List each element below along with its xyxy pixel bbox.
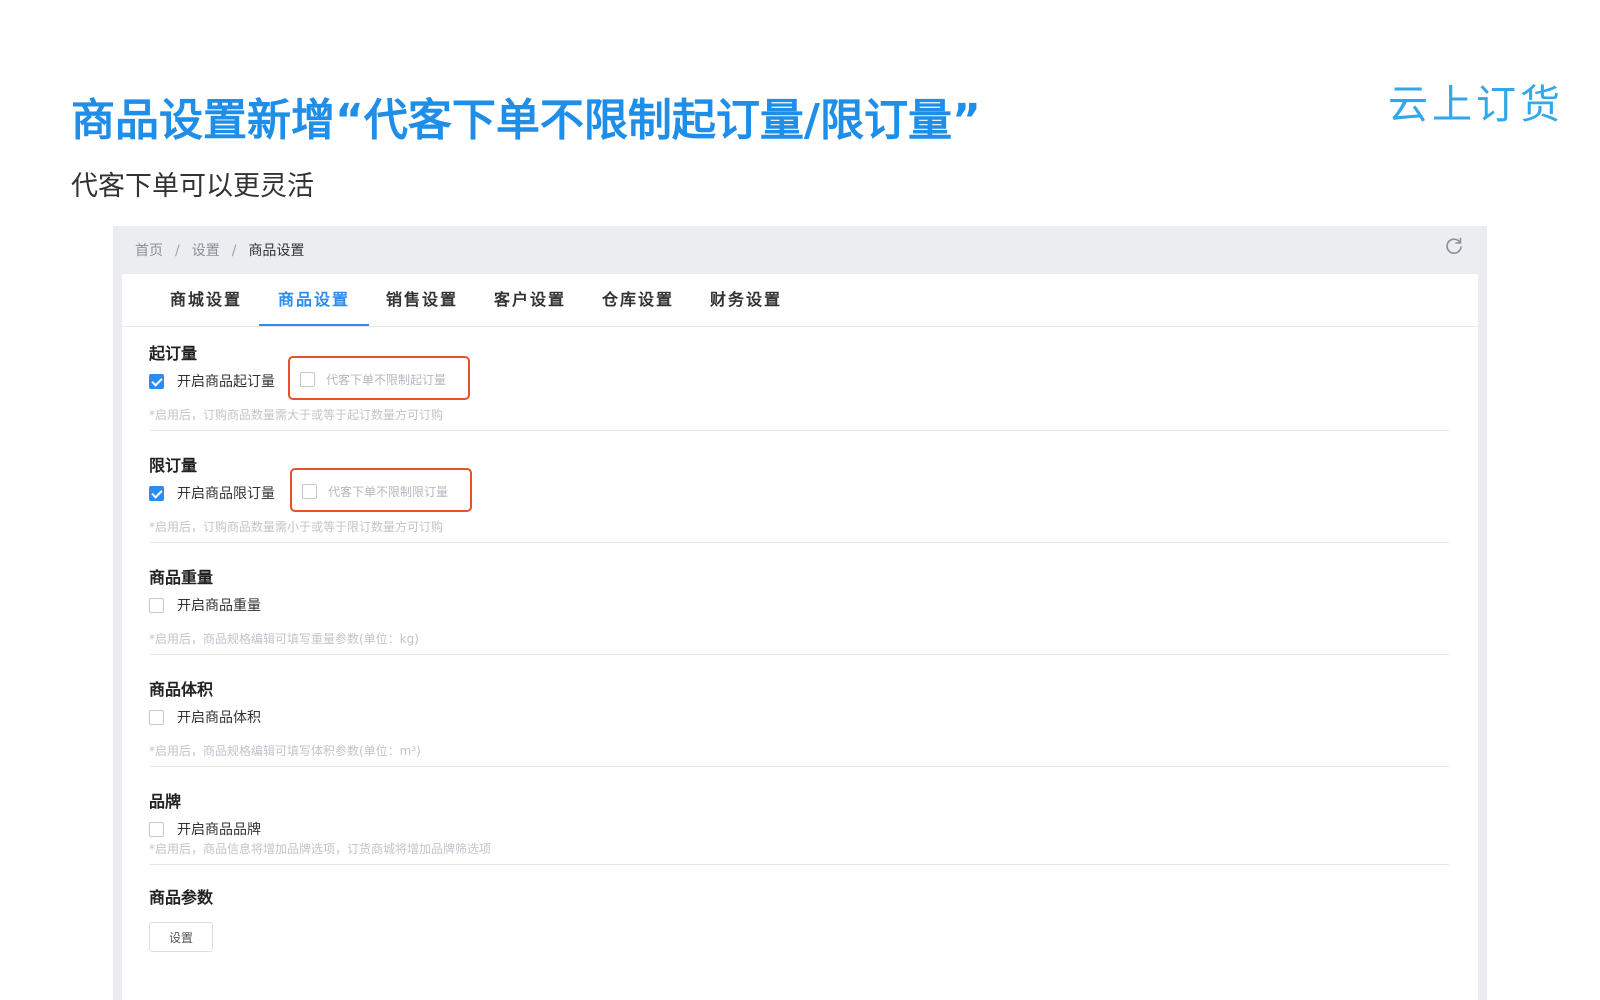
highlight-min-order-sub-option: 代客下单不限制起订量 <box>288 356 470 400</box>
section-divider <box>149 864 1449 865</box>
params-settings-button[interactable]: 设置 <box>149 922 213 952</box>
weight-checkbox[interactable] <box>149 598 164 613</box>
max-order-hint: *启用后，订购商品数量需小于或等于限订数量方可订购 <box>149 520 444 534</box>
breadcrumb-separator: / <box>175 243 180 259</box>
tab-mall-settings[interactable]: 商城设置 <box>151 274 261 325</box>
brand-logo: 云上订货 <box>1388 82 1564 128</box>
slide-subtitle: 代客下单可以更灵活 <box>71 171 314 202</box>
section-brand: 品牌 开启商品品牌 *启用后，商品信息将增加品牌选项，订货商城将增加品牌筛选项 <box>149 788 1449 888</box>
section-title-max-order: 限订量 <box>149 456 198 475</box>
section-divider <box>149 430 1449 431</box>
breadcrumb-settings[interactable]: 设置 <box>192 243 220 259</box>
max-order-checkbox-label: 开启商品限订量 <box>177 486 275 502</box>
section-max-order: 限订量 开启商品限订量 代客下单不限制限订量 *启用后，订购商品数量需小于或等于… <box>149 452 1449 562</box>
proxy-order-ignore-max-checkbox[interactable] <box>302 484 317 499</box>
section-divider <box>149 542 1449 543</box>
refresh-icon[interactable] <box>1443 235 1465 257</box>
section-divider <box>149 766 1449 767</box>
section-title-min-order: 起订量 <box>149 344 198 363</box>
tab-customer-settings[interactable]: 客户设置 <box>475 274 585 325</box>
section-params: 商品参数 设置 <box>149 884 1449 984</box>
section-title-params: 商品参数 <box>149 888 214 907</box>
weight-hint: *启用后，商品规格编辑可填写重量参数(单位：kg) <box>149 632 419 646</box>
tab-product-settings[interactable]: 商品设置 <box>259 274 369 326</box>
tab-finance-settings[interactable]: 财务设置 <box>691 274 801 325</box>
breadcrumb-current: 商品设置 <box>248 243 305 259</box>
section-min-order: 起订量 开启商品起订量 代客下单不限制起订量 *启用后，订购商品数量需大于或等于… <box>149 340 1449 450</box>
tab-warehouse-settings[interactable]: 仓库设置 <box>583 274 693 325</box>
breadcrumb-home[interactable]: 首页 <box>135 243 163 259</box>
tab-sales-settings[interactable]: 销售设置 <box>367 274 477 325</box>
proxy-order-ignore-min-checkbox[interactable] <box>300 372 315 387</box>
max-order-checkbox[interactable] <box>149 486 164 501</box>
section-weight: 商品重量 开启商品重量 *启用后，商品规格编辑可填写重量参数(单位：kg) <box>149 564 1449 674</box>
min-order-checkbox-label: 开启商品起订量 <box>177 374 275 390</box>
section-divider <box>149 654 1449 655</box>
settings-tabs: 商城设置 商品设置 销售设置 客户设置 仓库设置 财务设置 <box>122 274 1478 327</box>
brand-checkbox[interactable] <box>149 822 164 837</box>
min-order-checkbox[interactable] <box>149 374 164 389</box>
section-volume: 商品体积 开启商品体积 *启用后，商品规格编辑可填写体积参数(单位：m³) <box>149 676 1449 786</box>
breadcrumb: 首页 / 设置 / 商品设置 <box>135 240 304 260</box>
slide-title: 商品设置新增“代客下单不限制起订量/限订量” <box>71 95 981 146</box>
breadcrumb-separator: / <box>231 243 237 259</box>
section-title-volume: 商品体积 <box>149 680 214 699</box>
volume-checkbox-label: 开启商品体积 <box>177 710 261 726</box>
app-screenshot: 首页 / 设置 / 商品设置 商城设置 商品设置 销售设置 客户设置 仓库设置 财务设置… <box>113 226 1487 1000</box>
weight-checkbox-label: 开启商品重量 <box>177 598 261 614</box>
volume-checkbox[interactable] <box>149 710 164 725</box>
section-title-brand: 品牌 <box>149 792 182 811</box>
brand-hint: *启用后，商品信息将增加品牌选项，订货商城将增加品牌筛选项 <box>149 842 492 856</box>
volume-hint: *启用后，商品规格编辑可填写体积参数(单位：m³) <box>149 744 421 758</box>
proxy-order-ignore-min-label: 代客下单不限制起订量 <box>326 373 447 387</box>
section-title-weight: 商品重量 <box>149 568 214 587</box>
top-bar: 首页 / 设置 / 商品设置 <box>113 226 1487 274</box>
brand-checkbox-label: 开启商品品牌 <box>177 822 261 838</box>
min-order-hint: *启用后，订购商品数量需大于或等于起订数量方可订购 <box>149 408 444 422</box>
settings-panel: 商城设置 商品设置 销售设置 客户设置 仓库设置 财务设置 起订量 开启商品起订… <box>122 274 1478 1000</box>
highlight-max-order-sub-option: 代客下单不限制限订量 <box>290 468 472 512</box>
proxy-order-ignore-max-label: 代客下单不限制限订量 <box>328 485 449 499</box>
